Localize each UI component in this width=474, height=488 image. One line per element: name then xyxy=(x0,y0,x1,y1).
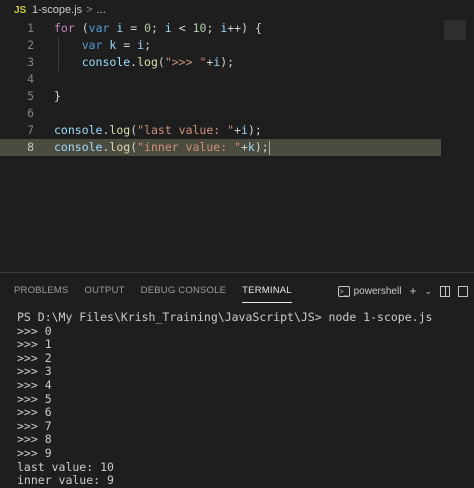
panel-actions: >_ powershell + ⌄ xyxy=(337,273,468,309)
javascript-file-icon: JS xyxy=(14,4,27,16)
code-token: "inner value: " xyxy=(137,140,241,154)
kill-terminal-trash-icon[interactable] xyxy=(458,285,468,297)
line-number: 3 xyxy=(27,55,34,69)
code-token: for xyxy=(54,21,75,35)
code-text: console.log("last value: "+i); xyxy=(54,122,262,139)
code-token: ( xyxy=(74,21,89,35)
code-token: ; xyxy=(206,21,221,35)
code-line[interactable]: 5} xyxy=(0,88,441,105)
line-number: 5 xyxy=(27,89,34,103)
breadcrumb-file[interactable]: 1-scope.js xyxy=(32,4,82,16)
code-token: ); xyxy=(247,123,262,137)
tab-debug-console[interactable]: DEBUG CONSOLE xyxy=(141,273,226,309)
code-token: k xyxy=(247,140,255,154)
split-terminal-icon[interactable] xyxy=(440,285,450,297)
terminal-output-line: >>> 0 xyxy=(17,323,52,338)
code-token: 10 xyxy=(192,21,207,35)
line-number: 2 xyxy=(27,38,34,52)
code-token: ; xyxy=(144,38,152,52)
code-token: + xyxy=(234,123,241,137)
code-text: var k = i; xyxy=(54,37,151,54)
minimap-slider[interactable] xyxy=(444,20,466,40)
tab-terminal[interactable]: TERMINAL xyxy=(242,273,292,309)
code-line[interactable]: 2 var k = i; xyxy=(0,37,441,54)
terminal-output-line: >>> 3 xyxy=(17,364,52,379)
code-token: ">>> " xyxy=(164,55,207,69)
code-token: "last value: " xyxy=(137,123,235,137)
code-line[interactable]: 1 for (var i = 0; i < 10; i++) { xyxy=(0,20,441,37)
new-terminal-plus-icon[interactable]: + xyxy=(409,284,416,298)
code-line[interactable]: 4 xyxy=(0,71,441,88)
terminal-output-line: >>> 5 xyxy=(17,391,52,406)
code-token: log xyxy=(137,55,158,69)
code-token: console xyxy=(54,123,103,137)
code-token: log xyxy=(109,140,131,154)
line-number: 8 xyxy=(27,140,34,154)
bottom-panel: PROBLEMS OUTPUT DEBUG CONSOLE TERMINAL >… xyxy=(0,272,474,487)
code-token: < xyxy=(171,21,193,35)
terminal-icon: >_ xyxy=(337,285,350,297)
code-token: var xyxy=(88,21,110,35)
code-token: ); xyxy=(220,55,235,69)
line-number: 4 xyxy=(27,72,34,86)
code-line[interactable]: 7 console.log("last value: "+i); xyxy=(0,122,441,139)
breadcrumb: JS 1-scope.js > ... xyxy=(0,0,474,20)
code-token: + xyxy=(240,140,248,154)
code-token: console xyxy=(81,55,131,69)
breadcrumb-separator: > xyxy=(86,4,93,16)
code-line[interactable]: 6 xyxy=(0,105,441,122)
tab-output[interactable]: OUTPUT xyxy=(84,273,124,309)
code-token: i xyxy=(241,123,248,137)
terminal-output-line: >>> 2 xyxy=(17,350,52,365)
terminal-output-line: >>> 1 xyxy=(17,337,52,352)
code-text: console.log(">>> "+i); xyxy=(54,54,234,71)
terminal-shell-label[interactable]: powershell xyxy=(354,286,402,297)
line-number: 1 xyxy=(27,21,34,35)
code-token: ( xyxy=(157,55,165,69)
line-number: 7 xyxy=(27,123,34,137)
terminal-output-line: inner value: 9 xyxy=(17,473,114,488)
line-number: 6 xyxy=(27,106,34,120)
code-text: for (var i = 0; i < 10; i++) { xyxy=(54,20,262,37)
terminal-prompt-line: PS D:\My Files\Krish_Training\JavaScript… xyxy=(17,310,433,324)
code-token: = xyxy=(116,38,138,52)
code-token: = xyxy=(123,21,145,35)
code-token: console xyxy=(54,140,103,154)
code-token: } xyxy=(54,89,61,103)
terminal-output-line: last value: 10 xyxy=(17,459,114,474)
terminal-output-line: >>> 8 xyxy=(17,432,52,447)
chevron-down-icon[interactable]: ⌄ xyxy=(424,286,432,297)
code-line[interactable]: 3 console.log(">>> "+i); xyxy=(0,54,441,71)
tab-problems[interactable]: PROBLEMS xyxy=(14,273,68,309)
terminal-output[interactable]: PS D:\My Files\Krish_Training\JavaScript… xyxy=(17,310,467,488)
breadcrumb-more[interactable]: ... xyxy=(97,4,106,16)
code-token: ++) { xyxy=(227,21,262,35)
text-cursor xyxy=(268,140,270,155)
code-token: ; xyxy=(151,21,165,35)
code-text: } xyxy=(54,88,61,105)
terminal-output-line: >>> 4 xyxy=(17,377,52,392)
code-line[interactable]: 8 console.log("inner value: "+k); xyxy=(0,139,441,156)
code-token: ); xyxy=(254,140,269,154)
code-text: console.log("inner value: "+k); xyxy=(54,139,270,156)
terminal-output-line: >>> 9 xyxy=(17,445,52,460)
code-editor[interactable]: 1 for (var i = 0; i < 10; i++) {2 var k =… xyxy=(0,20,474,270)
code-token: log xyxy=(109,123,131,137)
code-token: 0 xyxy=(144,21,152,35)
terminal-output-line: >>> 7 xyxy=(17,418,52,433)
code-token: i xyxy=(164,21,172,35)
terminal-output-line: >>> 6 xyxy=(17,405,52,420)
code-token: var xyxy=(81,38,103,52)
